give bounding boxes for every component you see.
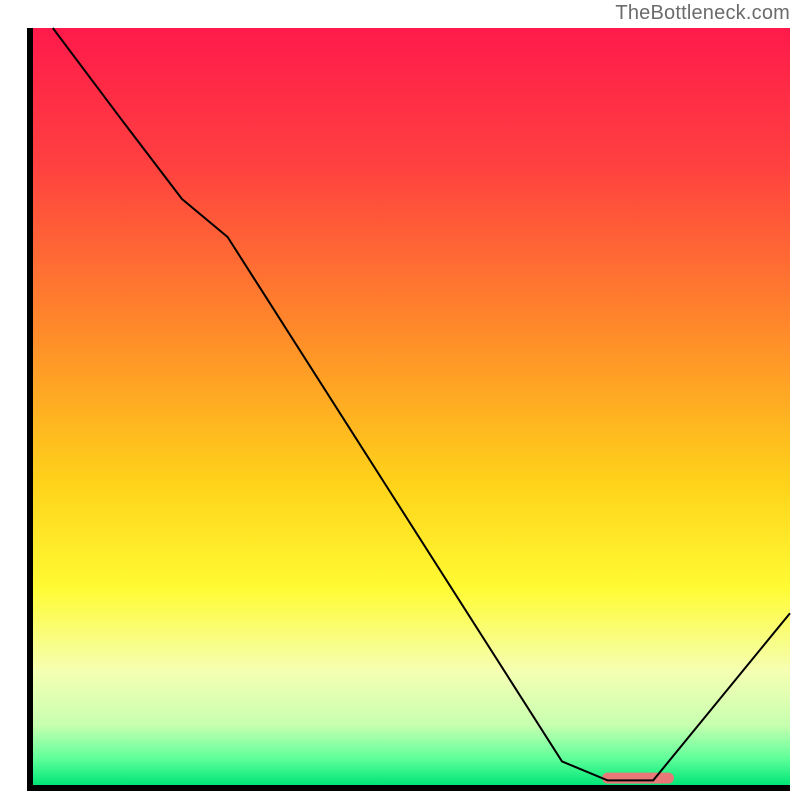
bottleneck-chart [0, 0, 800, 800]
chart-container: TheBottleneck.com [0, 0, 800, 800]
gradient-background [33, 28, 790, 785]
